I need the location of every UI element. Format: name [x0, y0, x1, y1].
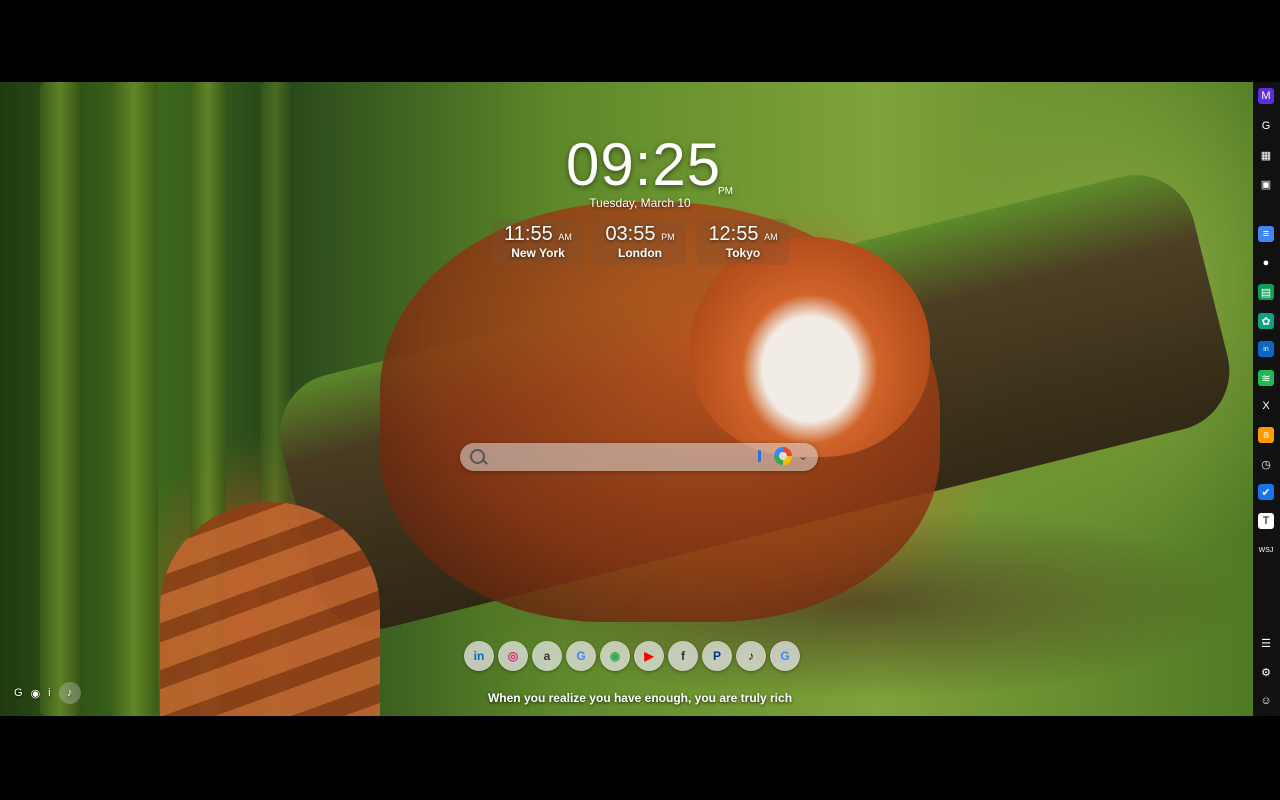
- bottom-left-tools: G ◉ i ♪: [14, 682, 81, 704]
- shortcut-amazon[interactable]: a: [532, 641, 562, 671]
- search-input[interactable]: [490, 447, 754, 469]
- tasks-icon[interactable]: ✔: [1258, 484, 1274, 500]
- search-icon: [470, 449, 485, 464]
- daily-quote: When you realize you have enough, you ar…: [487, 691, 793, 705]
- google-docs-icon[interactable]: ≡: [1258, 226, 1274, 242]
- world-clock-time: 11:55: [504, 223, 553, 245]
- main-clock: 09:25 PM: [566, 130, 733, 200]
- youtube-icon: ▶: [644, 649, 654, 663]
- x-icon[interactable]: X: [1258, 398, 1274, 414]
- world-clock-time: 12:55: [708, 223, 759, 245]
- nytimes-icon[interactable]: T: [1258, 513, 1274, 529]
- settings-icon[interactable]: ⚙: [1258, 664, 1274, 680]
- chrome-icon: ◉: [609, 649, 621, 663]
- list-icon[interactable]: ☰: [1258, 635, 1274, 651]
- right-sidebar: M G ▦ ▣ ≡ ● ▤ ✿ in ≋ Xa ◷ ✔ T WSJ ☰ ⚙ ☺: [1253, 82, 1280, 716]
- red-panda-tail: [160, 502, 380, 716]
- google-sheets-icon[interactable]: ▤: [1258, 284, 1274, 300]
- world-clock-london: 03:55 PM London: [594, 219, 686, 265]
- google-icon: G: [576, 649, 586, 663]
- shortcut-chrome[interactable]: ◉: [600, 641, 630, 671]
- spotify-icon[interactable]: ≋: [1258, 370, 1274, 386]
- world-clock-new-york: 11:55 AM New York: [492, 219, 584, 265]
- facebook-icon: f: [681, 649, 685, 663]
- shortcut-instagram[interactable]: ◎: [498, 641, 528, 671]
- google-icon[interactable]: [774, 447, 792, 465]
- music-icon[interactable]: ♪: [58, 682, 81, 704]
- world-clock-city: Tokyo: [725, 246, 761, 260]
- world-clock-ampm: PM: [661, 232, 675, 242]
- shortcut-facebook[interactable]: f: [668, 641, 698, 671]
- amazon-icon: a: [543, 649, 551, 663]
- google-icon[interactable]: G: [1258, 118, 1274, 134]
- google-2-icon: G: [780, 649, 790, 663]
- bamboo-stalk: [40, 82, 80, 716]
- clock-date: Tuesday, March 10: [589, 196, 691, 210]
- chatgpt-icon[interactable]: ✿: [1258, 313, 1274, 329]
- eye-icon[interactable]: ◉: [31, 687, 41, 700]
- shortcut-google[interactable]: G: [566, 641, 596, 671]
- apps-icon[interactable]: ▦: [1258, 147, 1274, 163]
- search-bar: ⌄: [460, 443, 818, 471]
- amazon-icon[interactable]: a: [1258, 427, 1274, 443]
- clock-time: 09:25: [566, 131, 722, 198]
- profile-icon[interactable]: ☺: [1258, 693, 1274, 709]
- extension-logo-icon[interactable]: M: [1258, 88, 1274, 104]
- bamboo-stalk: [110, 82, 158, 716]
- world-clock-ampm: AM: [764, 232, 778, 242]
- instagram-icon: ◎: [507, 649, 519, 663]
- shortcut-dock: in ◎ a G ◉ ▶ f P ♪ G: [464, 641, 800, 673]
- paypal-icon: P: [712, 649, 721, 663]
- wsj-icon[interactable]: WSJ: [1258, 542, 1274, 558]
- world-clock-time: 03:55: [605, 223, 656, 245]
- world-clock-tokyo: 12:55 AM Tokyo: [697, 219, 789, 265]
- google-icon[interactable]: G: [14, 687, 23, 699]
- image-icon[interactable]: ▣: [1258, 176, 1274, 192]
- chevron-down-icon[interactable]: ⌄: [798, 449, 808, 463]
- google-maps-icon[interactable]: ●: [1258, 255, 1274, 271]
- linkedin-icon[interactable]: in: [1258, 341, 1274, 357]
- shortcut-linkedin[interactable]: in: [464, 641, 494, 671]
- clock-ampm: PM: [718, 186, 733, 197]
- microphone-icon[interactable]: [758, 450, 761, 462]
- shortcut-google-2[interactable]: G: [770, 641, 800, 671]
- world-clock-city: New York: [511, 246, 565, 260]
- world-clock-city: London: [618, 246, 662, 260]
- shortcut-tiktok[interactable]: ♪: [736, 641, 766, 671]
- shortcut-youtube[interactable]: ▶: [634, 641, 664, 671]
- linkedin-icon: in: [473, 649, 485, 663]
- world-clock-ampm: AM: [558, 232, 572, 242]
- timer-icon[interactable]: ◷: [1258, 456, 1274, 472]
- tiktok-icon: ♪: [748, 649, 754, 663]
- red-panda-face: [690, 237, 930, 457]
- info-icon[interactable]: i: [48, 687, 50, 699]
- shortcut-paypal[interactable]: P: [702, 641, 732, 671]
